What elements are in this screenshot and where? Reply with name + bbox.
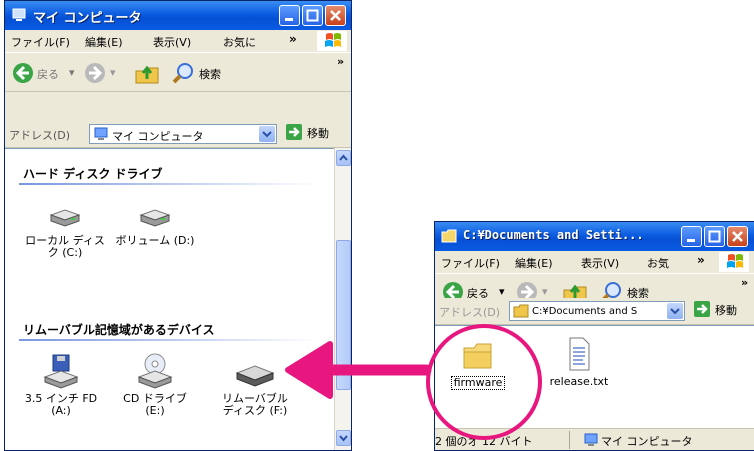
chevron-down-icon: [670, 308, 680, 315]
cd-drive-icon: [137, 353, 173, 389]
file-label: release.txt: [549, 375, 609, 388]
chevron-down-icon: [262, 131, 272, 138]
toolbar: 戻る ▾ ▾ 検索 »: [5, 53, 351, 92]
drive-item-a[interactable]: 3.5 インチ FD (A:): [21, 353, 101, 417]
computer-icon: [94, 127, 108, 140]
address-bar: アドレス(D) C:¥Documents and S 移動: [435, 298, 754, 325]
search-label: 検索: [199, 68, 221, 81]
title-bar[interactable]: C:¥Documents and Setti...: [435, 222, 754, 251]
back-label: 戻る: [37, 68, 59, 81]
maximize-button[interactable]: [302, 5, 323, 26]
group-divider: [19, 183, 319, 185]
chevron-down-icon: ▾: [542, 285, 548, 298]
status-location: マイ コンピュータ: [601, 435, 693, 448]
hard-disk-icon: [49, 209, 81, 227]
title-bar[interactable]: マイ コンピュータ: [5, 1, 351, 30]
back-arrow-icon: [13, 63, 33, 83]
maximize-button[interactable]: [704, 226, 725, 247]
close-button[interactable]: [727, 226, 748, 247]
address-dropdown-button[interactable]: [667, 303, 683, 319]
file-item-release[interactable]: release.txt: [539, 336, 619, 388]
menu-bar: ファイル(F) 編集(E) 表示(V) お気 »: [435, 251, 754, 274]
menu-view[interactable]: 表示(V): [153, 34, 191, 50]
go-label: 移動: [715, 304, 737, 317]
computer-icon: [12, 8, 26, 21]
toolbar-overflow-chevron[interactable]: »: [337, 55, 344, 68]
chevron-down-icon: [339, 435, 348, 442]
search-button[interactable]: 検索: [171, 61, 251, 85]
minimize-button[interactable]: [279, 5, 300, 26]
status-divider: [569, 431, 570, 449]
menu-file[interactable]: ファイル(F): [11, 34, 70, 50]
window-title: マイ コンピュータ: [33, 11, 142, 26]
address-value: マイ コンピュータ: [112, 130, 204, 143]
chevron-down-icon: ▾: [499, 285, 505, 298]
drive-item-e[interactable]: CD ドライブ (E:): [115, 353, 195, 417]
address-value: C:¥Documents and S: [532, 306, 638, 317]
drive-label: CD ドライブ (E:): [123, 392, 187, 417]
chevron-up-icon: [339, 154, 348, 161]
removable-disk-icon: [235, 365, 275, 387]
go-arrow-icon: [694, 301, 710, 317]
menu-view[interactable]: 表示(V): [581, 255, 619, 271]
hard-disk-icon: [139, 209, 171, 227]
menu-overflow-chevron[interactable]: »: [697, 253, 705, 267]
folder-icon: [441, 229, 457, 243]
drive-item-c[interactable]: ローカル ディスク (C:): [25, 207, 105, 259]
menu-favorites[interactable]: お気に: [223, 34, 256, 50]
scroll-up-button[interactable]: [336, 150, 351, 166]
menu-file[interactable]: ファイル(F): [441, 255, 500, 271]
menu-overflow-chevron[interactable]: »: [289, 32, 297, 46]
address-input[interactable]: マイ コンピュータ: [89, 124, 277, 144]
text-file-icon: [569, 337, 590, 371]
search-icon: [172, 63, 193, 84]
folder-up-icon: [135, 65, 159, 84]
address-label: アドレス(D): [439, 306, 501, 319]
menu-bar: ファイル(F) 編集(E) 表示(V) お気に »: [5, 30, 351, 53]
folder-icon: [513, 304, 529, 318]
scroll-down-button[interactable]: [336, 430, 351, 446]
drive-label: ボリューム (D:): [115, 234, 195, 247]
group-title-hard-disks: ハード ディスク ドライブ: [23, 167, 163, 181]
forward-button[interactable]: ▾: [83, 61, 123, 85]
chevron-down-icon: ▾: [69, 66, 75, 79]
toolbar-overflow-chevron[interactable]: »: [741, 276, 748, 289]
floppy-drive-icon: [43, 354, 79, 389]
group-title-removable: リムーバブル記憶域があるデバイス: [23, 323, 215, 337]
menu-edit[interactable]: 編集(E): [515, 255, 553, 271]
highlight-circle: [426, 324, 542, 440]
address-input[interactable]: C:¥Documents and S: [509, 301, 685, 321]
up-folder-button[interactable]: [133, 59, 161, 87]
drive-label: ローカル ディスク (C:): [25, 234, 105, 259]
windows-logo: [317, 31, 347, 51]
address-bar: アドレス(D) マイ コンピュータ 移動: [5, 121, 351, 148]
drive-label: 3.5 インチ FD (A:): [24, 392, 98, 417]
forward-arrow-icon: [85, 63, 105, 83]
drag-arrow: [285, 341, 432, 399]
address-label: アドレス(D): [9, 129, 71, 142]
windows-logo: [719, 252, 749, 272]
menu-edit[interactable]: 編集(E): [85, 34, 123, 50]
go-label: 移動: [307, 127, 329, 140]
menu-favorites[interactable]: お気: [647, 255, 669, 271]
computer-icon: [584, 433, 598, 446]
drive-item-d[interactable]: ボリューム (D:): [115, 207, 195, 247]
chevron-down-icon: ▾: [110, 66, 116, 79]
back-button[interactable]: 戻る ▾: [9, 61, 79, 85]
address-dropdown-button[interactable]: [259, 126, 275, 142]
go-arrow-icon: [286, 124, 302, 140]
close-button[interactable]: [325, 5, 346, 26]
window-title: C:¥Documents and Setti...: [463, 228, 644, 242]
minimize-button[interactable]: [681, 226, 702, 247]
group-divider: [19, 339, 319, 341]
